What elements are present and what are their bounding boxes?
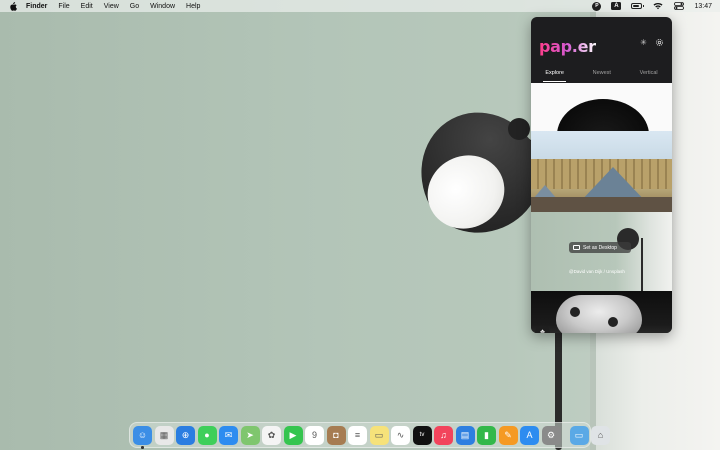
battery-icon[interactable] (631, 2, 645, 11)
paper-popup: pap.er ✳ Explore Newest Vertical Set as … (531, 17, 672, 333)
battery-level (633, 5, 640, 7)
reminders-glyph: ≡ (354, 430, 361, 440)
contacts-glyph: ◘ (333, 430, 339, 440)
menu-app-name[interactable]: Finder (26, 3, 47, 10)
settings-gear-icon[interactable] (655, 38, 664, 47)
notes-glyph: ▭ (374, 429, 384, 440)
wifi-icon[interactable] (652, 2, 663, 11)
menu-go[interactable]: Go (130, 3, 139, 10)
maps-glyph: ➤ (246, 429, 254, 440)
wallpaper-thumbnail[interactable] (531, 83, 672, 131)
safari-glyph: ⊕ (181, 429, 190, 440)
photos-glyph: ✿ (267, 429, 276, 440)
set-as-desktop-button[interactable]: Set as Desktop (569, 242, 631, 253)
menu-help[interactable]: Help (186, 3, 200, 10)
controller-stick (570, 307, 580, 317)
menu-view[interactable]: View (104, 3, 119, 10)
music-glyph: ♫ (440, 430, 447, 440)
freeform-glyph: ∿ (396, 429, 405, 440)
system-settings-glyph: ⚙ (546, 429, 556, 440)
pages-icon[interactable]: ✎ (498, 425, 518, 445)
finder-icon[interactable]: ☺ (133, 425, 152, 449)
wallpaper-lamp-cap (508, 118, 530, 140)
messages-icon[interactable]: ● (197, 425, 217, 445)
launchpad-glyph: ▦ (159, 429, 169, 440)
launchpad-icon[interactable]: ▦ (154, 425, 174, 445)
mail-glyph: ✉ (224, 429, 233, 440)
trash-icon[interactable]: ⌂ (591, 425, 610, 445)
menu-edit[interactable]: Edit (81, 3, 93, 10)
wallpaper-feed: Set as Desktop @David van Dijk / Unsplas… (531, 83, 672, 333)
tv-glyph: tv (419, 432, 425, 438)
facetime-icon[interactable]: ▶ (283, 425, 303, 445)
tv-icon[interactable]: tv (412, 425, 432, 445)
running-indicator (141, 446, 144, 449)
downloads-folder-icon[interactable]: ▭ (569, 425, 589, 445)
status-area: P A 13:47 (592, 0, 712, 12)
wallpaper-thumbnail[interactable] (531, 291, 672, 333)
tab-explore[interactable]: Explore (543, 69, 566, 83)
thumbnail-lamp-pole (641, 238, 643, 291)
contacts-icon[interactable]: ◘ (326, 425, 346, 445)
maps-icon[interactable]: ➤ (240, 425, 260, 445)
paper-status-icon[interactable]: P (592, 1, 602, 11)
reminders-icon[interactable]: ≡ (348, 425, 367, 445)
photos-icon[interactable]: ✿ (262, 425, 281, 445)
input-source-icon[interactable]: A (611, 2, 622, 10)
menu-window[interactable]: Window (150, 3, 175, 10)
monitor-icon (573, 245, 580, 250)
app-store-icon[interactable]: A (520, 425, 539, 445)
dock: ☺ ▦ ⊕ ● ✉ ➤ ✿ ▶ 9 ◘ ≡ ▭ ∿ tv ♫ ▤ ▮ ✎ A ⚙ ▭ ⌂ (129, 422, 610, 449)
photo-credit-link[interactable]: @David van Dijk / Unsplash (569, 269, 625, 274)
clock[interactable]: 13:47 (694, 3, 712, 10)
thumbnail-controller (556, 295, 642, 333)
settings-icon[interactable]: ⚙ (541, 425, 561, 445)
keynote-icon[interactable]: ▤ (455, 425, 475, 445)
facetime-glyph: ▶ (289, 429, 297, 440)
wallpaper-thumbnail[interactable] (531, 131, 672, 212)
pages-glyph: ✎ (504, 429, 512, 440)
paper-logo: pap.er (539, 37, 596, 56)
popup-tabs: Explore Newest Vertical (531, 69, 672, 83)
wallpaper-thumbnail-hovered[interactable]: Set as Desktop @David van Dijk / Unsplas… (531, 212, 672, 291)
thumbnail-ground (531, 197, 672, 212)
calendar-glyph: 9 (311, 430, 317, 440)
apple-menu-icon[interactable] (8, 1, 18, 11)
thumbnail-shape (557, 99, 649, 131)
freeform-icon[interactable]: ∿ (391, 425, 410, 445)
tab-vertical[interactable]: Vertical (640, 69, 658, 83)
messages-glyph: ● (204, 430, 210, 440)
mail-icon[interactable]: ✉ (219, 425, 238, 445)
music-icon[interactable]: ♫ (434, 425, 453, 445)
popup-header: pap.er ✳ (531, 17, 672, 65)
tab-newest[interactable]: Newest (593, 69, 611, 83)
brightness-icon[interactable]: ✳ (639, 38, 648, 47)
controller-stick (608, 317, 618, 327)
expand-icon[interactable]: ✥ (535, 325, 550, 333)
calendar-icon[interactable]: 9 (305, 425, 324, 445)
numbers-glyph: ▮ (484, 429, 489, 440)
control-center-icon[interactable] (673, 2, 684, 11)
notes-icon[interactable]: ▭ (369, 425, 389, 445)
set-as-desktop-label: Set as Desktop (583, 244, 617, 251)
menu-file[interactable]: File (58, 3, 69, 10)
menu-bar: Finder File Edit View Go Window Help P A… (0, 0, 720, 12)
finder-glyph: ☺ (137, 430, 148, 440)
safari-icon[interactable]: ⊕ (176, 425, 195, 445)
keynote-glyph: ▤ (460, 429, 470, 440)
trash-glyph: ⌂ (597, 430, 604, 440)
downloads-glyph: ▭ (574, 429, 584, 440)
numbers-icon[interactable]: ▮ (477, 425, 496, 445)
app-store-glyph: A (526, 430, 533, 440)
